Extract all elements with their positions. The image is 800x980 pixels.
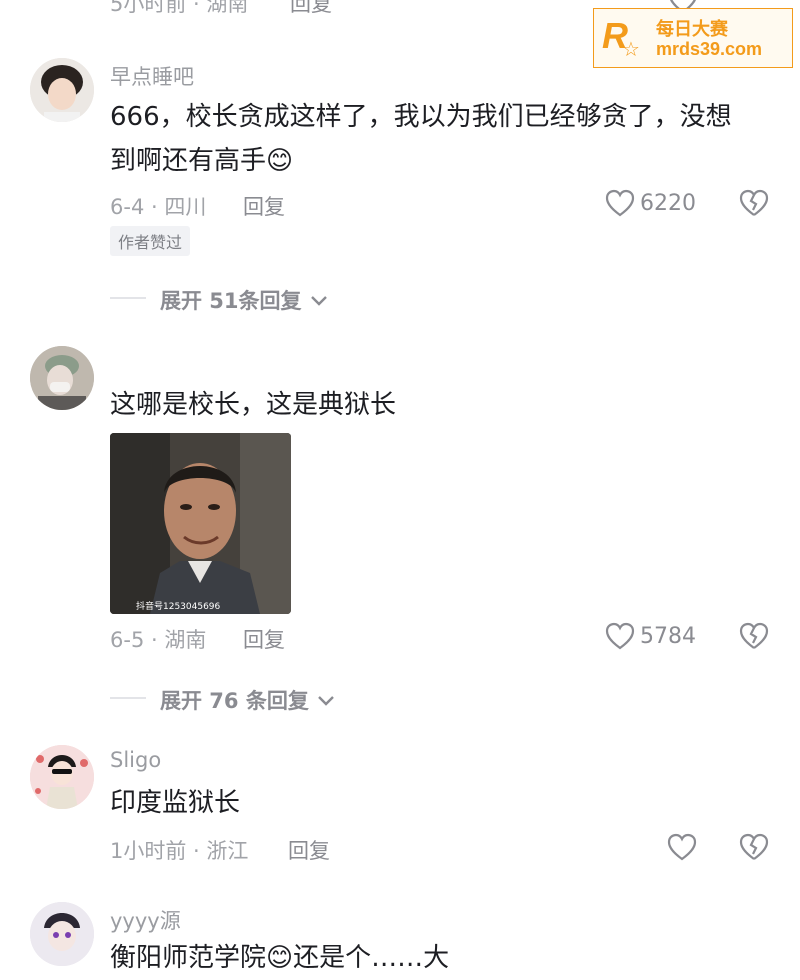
watermark-title: 每日大赛: [656, 19, 728, 40]
like-button[interactable]: [605, 189, 635, 221]
heart-icon: [605, 189, 635, 217]
divider: [110, 697, 146, 699]
avatar[interactable]: [30, 58, 94, 122]
expand-label: 展开 76 条回复: [160, 689, 309, 713]
star-icon: ☆: [622, 37, 640, 61]
heart-icon: [605, 622, 635, 650]
avatar[interactable]: [30, 745, 94, 809]
avatar[interactable]: [30, 902, 94, 966]
username[interactable]: 早点睡吧: [110, 61, 194, 91]
like-count: 6220: [640, 191, 696, 216]
dislike-button[interactable]: [739, 189, 769, 221]
username[interactable]: yyyy源: [110, 905, 181, 935]
expand-label: 展开 51条回复: [160, 289, 302, 313]
comment-meta: 6-4 · 四川: [110, 195, 207, 219]
reply-button[interactable]: 回复: [243, 191, 285, 221]
comment-image[interactable]: 抖音号1253045696: [110, 433, 291, 614]
broken-heart-icon: [739, 189, 769, 216]
dislike-button[interactable]: [739, 833, 769, 865]
comment-meta: 5小时前 · 湖南: [110, 0, 249, 16]
comment-meta: 6-5 · 湖南: [110, 628, 207, 652]
comment-text: 666，校长贪成这样了，我以为我们已经够贪了，没想: [110, 102, 732, 132]
like-count: 5784: [640, 624, 696, 649]
expand-replies-button[interactable]: 展开 51条回复: [160, 285, 329, 315]
comment-text: 印度监狱长: [110, 788, 241, 818]
reply-button[interactable]: 回复: [243, 624, 285, 654]
like-button[interactable]: [605, 622, 635, 654]
comment-text: 衡阳师范学院😊还是个……大: [110, 943, 450, 973]
image-caption: 抖音号1253045696: [136, 602, 221, 612]
comment-meta: 1小时前 · 浙江: [110, 839, 249, 863]
divider: [110, 297, 146, 299]
author-liked-badge: 作者赞过: [110, 226, 191, 256]
broken-heart-icon: [739, 833, 769, 860]
comment-text: 到啊还有高手😊: [110, 146, 294, 176]
chevron-down-icon: [318, 696, 335, 706]
watermark-url: mrds39.com: [656, 39, 763, 59]
reply-button[interactable]: 回复: [290, 0, 332, 18]
dislike-button[interactable]: [739, 622, 769, 654]
comment-text: 这哪是校长，这是典狱长: [110, 390, 397, 420]
avatar[interactable]: [30, 346, 94, 410]
expand-replies-button[interactable]: 展开 76 条回复: [160, 685, 336, 715]
like-button[interactable]: [667, 833, 697, 865]
heart-icon: [667, 833, 697, 861]
chevron-down-icon: [311, 296, 327, 306]
reply-button[interactable]: 回复: [288, 835, 330, 865]
watermark-logo: R ☆ 每日大赛 mrds39.com: [593, 8, 793, 68]
username[interactable]: Sligo: [110, 748, 161, 772]
broken-heart-icon: [739, 622, 769, 649]
